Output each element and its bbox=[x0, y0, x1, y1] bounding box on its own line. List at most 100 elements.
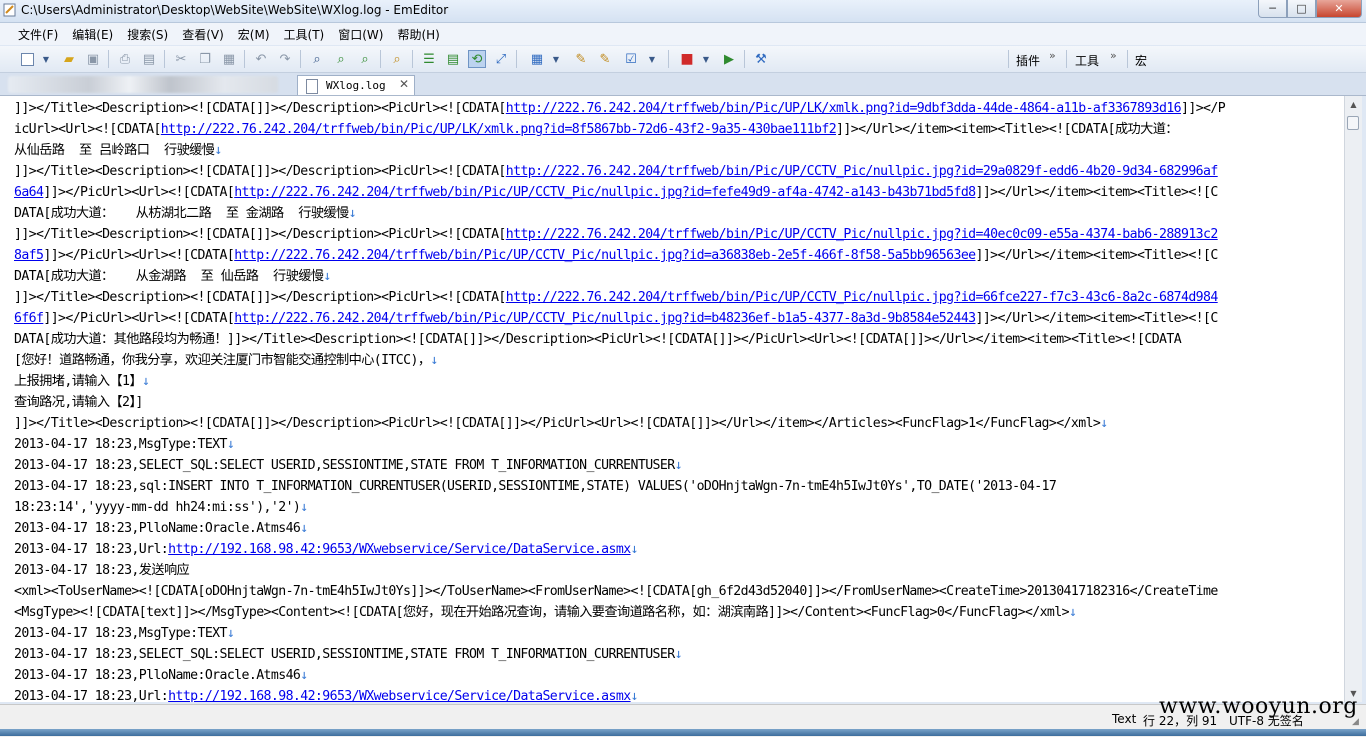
print-preview-icon[interactable]: ▤ bbox=[140, 50, 158, 68]
line-break-marker: ↓ bbox=[348, 206, 357, 221]
editor-line[interactable]: icUrl><Url><![CDATA[http://222.76.242.20… bbox=[14, 119, 1338, 140]
text-editor[interactable]: ]]></Title><Description><![CDATA[]]></De… bbox=[0, 96, 1344, 702]
print-icon[interactable]: ⎙ bbox=[116, 50, 134, 68]
checkbox-icon[interactable]: ☑ bbox=[622, 50, 640, 68]
editor-line[interactable]: ]]></Title><Description><![CDATA[]]></De… bbox=[14, 413, 1338, 434]
tools-chevron-icon[interactable]: » bbox=[1110, 49, 1117, 62]
editor-line[interactable]: [您好！道路畅通，你我分享，欢迎关注厦门市智能交通控制中心(ITCC)，↓ bbox=[14, 350, 1338, 371]
editor-line[interactable]: ]]></Title><Description><![CDATA[]]></De… bbox=[14, 161, 1338, 182]
cut-icon[interactable]: ✂ bbox=[172, 50, 190, 68]
line-link[interactable]: http://192.168.98.42:9653/WXwebservice/S… bbox=[168, 689, 631, 702]
line-link[interactable]: http://222.76.242.204/trffweb/bin/Pic/UP… bbox=[506, 227, 1219, 242]
editor-line[interactable]: ]]></Title><Description><![CDATA[]]></De… bbox=[14, 98, 1338, 119]
line-text: [您好！道路畅通，你我分享，欢迎关注厦门市智能交通控制中心(ITCC)， bbox=[14, 353, 431, 368]
editor-line[interactable]: 2013-04-17 18:23,MsgType:TEXT↓ bbox=[14, 623, 1338, 644]
line-link[interactable]: http://222.76.242.204/trffweb/bin/Pic/UP… bbox=[506, 290, 1219, 305]
line-link[interactable]: http://222.76.242.204/trffweb/bin/Pic/UP… bbox=[506, 164, 1219, 179]
wrap-by-chars-icon[interactable]: ▤ bbox=[444, 50, 462, 68]
editor-line[interactable]: 6a64]]></PicUrl><Url><![CDATA[http://222… bbox=[14, 182, 1338, 203]
editor-line[interactable]: 6f6f]]></PicUrl><Url><![CDATA[http://222… bbox=[14, 308, 1338, 329]
open-folder-icon[interactable]: ▰ bbox=[60, 50, 78, 68]
save-icon[interactable]: ▣ bbox=[84, 50, 102, 68]
close-button[interactable]: ✕ bbox=[1316, 0, 1362, 18]
editor-line[interactable]: <xml><ToUserName><![CDATA[oDOHnjtaWgn-7n… bbox=[14, 581, 1338, 602]
plugins-chevron-icon[interactable]: » bbox=[1049, 49, 1056, 62]
record-macro-icon[interactable]: ✎ bbox=[572, 50, 590, 68]
wrap-none-icon[interactable]: ☰ bbox=[420, 50, 438, 68]
editor-line[interactable]: DATA[成功大道：其他路段均为畅通！]]></Title><Descripti… bbox=[14, 329, 1338, 350]
find-in-files-icon[interactable]: ⌕ bbox=[388, 50, 406, 68]
editor-line[interactable]: 从仙岳路 至 吕岭路口 行驶缓慢↓ bbox=[14, 140, 1338, 161]
menu-help[interactable]: 帮助(H) bbox=[397, 26, 446, 43]
properties-icon[interactable]: ⚒ bbox=[752, 50, 770, 68]
toolbar-separator bbox=[412, 50, 413, 68]
new-dropdown-icon[interactable]: ▼ bbox=[40, 50, 52, 68]
line-link[interactable]: http://222.76.242.204/trffweb/bin/Pic/UP… bbox=[234, 311, 976, 326]
encoding-dropdown-icon[interactable]: ▼ bbox=[550, 50, 562, 68]
editor-line[interactable]: 2013-04-17 18:23,sql:INSERT INTO T_INFOR… bbox=[14, 476, 1338, 497]
menu-search[interactable]: 搜索(S) bbox=[127, 26, 175, 43]
editor-line[interactable]: 8af5]]></PicUrl><Url><![CDATA[http://222… bbox=[14, 245, 1338, 266]
line-break-marker: ↓ bbox=[214, 143, 222, 158]
stop-dropdown-icon[interactable]: ▼ bbox=[700, 50, 712, 68]
line-link[interactable]: 6f6f bbox=[14, 311, 44, 326]
editor-line[interactable]: 18:23:14','yyyy-mm-dd hh24:mi:ss'),'2')↓ bbox=[14, 497, 1338, 518]
tab-wxlog[interactable]: WXlog.log ✕ bbox=[297, 75, 415, 95]
minimize-button[interactable]: ─ bbox=[1258, 0, 1287, 18]
menu-view[interactable]: 查看(V) bbox=[182, 26, 231, 43]
tools-toolbar-label[interactable]: 工具 bbox=[1075, 52, 1099, 69]
editor-line[interactable]: 2013-04-17 18:23,PlloName:Oracle.Atms46↓ bbox=[14, 518, 1338, 539]
encoding-icon[interactable]: ▦ bbox=[528, 50, 546, 68]
menu-window[interactable]: 窗口(W) bbox=[338, 26, 390, 43]
menu-tools[interactable]: 工具(T) bbox=[284, 26, 332, 43]
editor-line[interactable]: ]]></Title><Description><![CDATA[]]></De… bbox=[14, 224, 1338, 245]
find-next-icon[interactable]: ⌕ bbox=[332, 50, 350, 68]
tab-close-icon[interactable]: ✕ bbox=[399, 77, 409, 91]
editor-line[interactable]: 2013-04-17 18:23,Url:http://192.168.98.4… bbox=[14, 539, 1338, 560]
macro-dropdown-icon[interactable]: ▼ bbox=[646, 50, 658, 68]
toolbar-separator bbox=[380, 50, 381, 68]
wrap-by-window-icon[interactable]: ⟲ bbox=[468, 50, 486, 68]
line-link[interactable]: http://222.76.242.204/trffweb/bin/Pic/UP… bbox=[234, 185, 976, 200]
menu-edit[interactable]: 编辑(E) bbox=[72, 26, 120, 43]
editor-line[interactable]: 2013-04-17 18:23,SELECT_SQL:SELECT USERI… bbox=[14, 455, 1338, 476]
editor-line[interactable]: 2013-04-17 18:23,SELECT_SQL:SELECT USERI… bbox=[14, 644, 1338, 665]
scroll-up-icon[interactable]: ▲ bbox=[1347, 98, 1360, 111]
stop-icon[interactable]: ■ bbox=[678, 50, 696, 68]
paste-icon[interactable]: ▦ bbox=[220, 50, 238, 68]
plugins-toolbar-label[interactable]: 插件 bbox=[1016, 52, 1040, 69]
line-link[interactable]: http://222.76.242.204/trffweb/bin/Pic/UP… bbox=[506, 101, 1182, 116]
editor-line[interactable]: 2013-04-17 18:23,发送响应 bbox=[14, 560, 1338, 581]
copy-icon[interactable]: ❐ bbox=[196, 50, 214, 68]
editor-line[interactable]: DATA[成功大道： 从金湖路 至 仙岳路 行驶缓慢↓ bbox=[14, 266, 1338, 287]
editor-line[interactable]: 2013-04-17 18:23,Url:http://192.168.98.4… bbox=[14, 686, 1338, 702]
line-link[interactable]: http://192.168.98.42:9653/WXwebservice/S… bbox=[168, 542, 631, 557]
redo-icon[interactable]: ↷ bbox=[276, 50, 294, 68]
editor-line[interactable]: DATA[成功大道： 从枋湖北二路 至 金湖路 行驶缓慢↓ bbox=[14, 203, 1338, 224]
menu-file[interactable]: 文件(F) bbox=[18, 26, 65, 43]
new-file-icon[interactable] bbox=[18, 50, 36, 68]
line-link[interactable]: 6a64 bbox=[14, 185, 44, 200]
macro-edit-icon[interactable]: ✎ bbox=[596, 50, 614, 68]
editor-line[interactable]: ]]></Title><Description><![CDATA[]]></De… bbox=[14, 287, 1338, 308]
line-text: ]]></Url></item><item><Title><![C bbox=[975, 185, 1219, 200]
find-icon[interactable]: ⌕ bbox=[308, 50, 326, 68]
editor-line[interactable]: 查询路况,请输入【2】] bbox=[14, 392, 1338, 413]
line-link[interactable]: http://222.76.242.204/trffweb/bin/Pic/UP… bbox=[161, 122, 837, 137]
undo-icon[interactable]: ↶ bbox=[252, 50, 270, 68]
editor-line[interactable]: 上报拥堵,请输入【1】↓ bbox=[14, 371, 1338, 392]
editor-line[interactable]: 2013-04-17 18:23,MsgType:TEXT↓ bbox=[14, 434, 1338, 455]
editor-line[interactable]: 2013-04-17 18:23,PlloName:Oracle.Atms46↓ bbox=[14, 665, 1338, 686]
wrap-by-page-icon[interactable]: ⤢ bbox=[492, 50, 510, 68]
editor-line[interactable]: <MsgType><![CDATA[text]]></MsgType><Cont… bbox=[14, 602, 1338, 623]
toolbar-separator bbox=[164, 50, 165, 68]
menu-macro[interactable]: 宏(M) bbox=[238, 26, 277, 43]
scroll-thumb[interactable] bbox=[1347, 116, 1359, 130]
find-previous-icon[interactable]: ⌕ bbox=[356, 50, 374, 68]
line-link[interactable]: 8af5 bbox=[14, 248, 44, 263]
maximize-button[interactable]: □ bbox=[1287, 0, 1316, 18]
line-link[interactable]: http://222.76.242.204/trffweb/bin/Pic/UP… bbox=[234, 248, 976, 263]
vertical-scrollbar[interactable]: ▲ ▼ bbox=[1344, 96, 1362, 702]
macro-toolbar-label[interactable]: 宏 bbox=[1135, 52, 1147, 69]
run-macro-icon[interactable]: ▶ bbox=[720, 50, 738, 68]
